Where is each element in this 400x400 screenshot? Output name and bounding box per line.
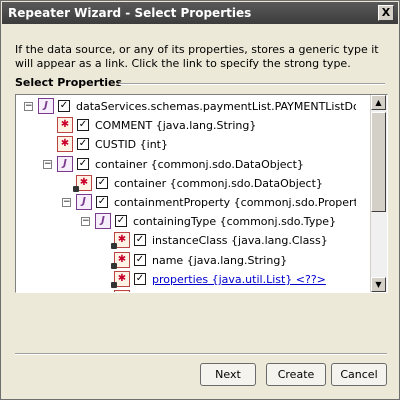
property-label: COMMENT {java.lang.String} (95, 119, 257, 133)
property-label: dataServices.schemas.paymentList.PAYMENT… (76, 100, 356, 113)
property-checkbox[interactable]: ✓ (58, 100, 70, 112)
section-title: Select Properties (15, 76, 123, 89)
property-checkbox[interactable]: ✓ (77, 138, 89, 151)
property-label: containmentProperty {commonj.sdo.Propert… (114, 196, 356, 209)
property-label: container {commonj.sdo.DataObject} (114, 176, 323, 190)
next-button[interactable]: Next (200, 363, 256, 386)
property-icon: ✱ (114, 290, 130, 292)
title-bar[interactable]: Repeater Wizard - Select Properties X (2, 2, 398, 24)
lock-icon (73, 185, 79, 192)
lock-icon (111, 243, 117, 250)
tree-rows: − J ✓ dataServices.schemas.paymentList.PAYM… (16, 95, 356, 292)
lock-icon (111, 281, 117, 288)
generic-type-link[interactable]: properties {java.util.List} <??> (152, 273, 326, 286)
generic-object-icon: J (76, 194, 92, 210)
generic-object-icon: J (95, 213, 111, 230)
property-checkbox[interactable]: ✓ (134, 253, 146, 266)
tree-row[interactable]: ✱ ✓ instanceClass {java.lang.Class} (16, 232, 356, 250)
tree-row[interactable]: ✱ ✓ name {java.lang.String} (16, 251, 356, 269)
property-label: instanceClass {java.lang.Class} (152, 234, 328, 248)
vertical-scrollbar[interactable]: ▲ ▼ (370, 95, 387, 292)
create-button[interactable]: Create (266, 363, 326, 386)
property-checkbox[interactable]: ✓ (77, 119, 89, 132)
property-label: name {java.lang.String} (152, 253, 288, 267)
scroll-up-icon[interactable]: ▲ (371, 95, 386, 110)
tree-row[interactable]: ✱ ✓ properties {java.util.List} <??> (16, 270, 356, 288)
collapse-icon[interactable]: − (24, 102, 33, 111)
section-divider (119, 83, 385, 85)
cancel-button[interactable]: Cancel (331, 363, 387, 386)
property-icon: ✱ (57, 136, 73, 153)
collapse-icon[interactable]: − (81, 217, 90, 227)
scroll-thumb[interactable] (371, 112, 386, 212)
tree-row[interactable]: ✱ ✓ COMMENT {java.lang.String} (16, 117, 356, 134)
properties-tree[interactable]: − J ✓ dataServices.schemas.paymentList.PAYM… (15, 94, 388, 293)
collapse-icon[interactable]: − (43, 159, 52, 169)
property-label: CUSTID {int} (95, 138, 168, 152)
property-checkbox[interactable]: ✓ (115, 215, 127, 228)
collapse-icon[interactable]: − (62, 198, 71, 207)
wizard-window: Repeater Wizard - Select Properties X If… (0, 0, 400, 400)
lock-icon (111, 262, 117, 269)
property-checkbox[interactable]: ✓ (96, 196, 108, 208)
tree-row[interactable]: − J ✓ containmentProperty {commonj.sdo.Prop… (16, 194, 356, 211)
property-checkbox[interactable]: ✓ (96, 176, 108, 189)
property-label: containingType {commonj.sdo.Type} (133, 215, 337, 229)
property-checkbox[interactable]: ✓ (134, 234, 146, 247)
property-icon: ✱ (57, 117, 73, 134)
generic-object-icon: J (38, 98, 54, 114)
tree-row[interactable]: − J ✓ dataServices.schemas.paymentList.PAYM… (16, 98, 356, 115)
footer-divider (15, 353, 387, 355)
scroll-down-icon[interactable]: ▼ (371, 277, 386, 292)
property-label: container {commonj.sdo.DataObject} (95, 157, 304, 171)
property-checkbox[interactable]: ✓ (77, 157, 89, 170)
close-icon[interactable]: X (378, 5, 394, 21)
tree-row[interactable]: − J ✓ containingType {commonj.sdo.Type} (16, 213, 356, 230)
property-checkbox[interactable]: ✓ (134, 272, 146, 285)
intro-text: If the data source, or any of its proper… (15, 43, 379, 70)
tree-row[interactable]: ✱ ✓ container {commonj.sdo.DataObject} (16, 174, 356, 192)
generic-object-icon: J (57, 155, 73, 172)
tree-row[interactable]: − J ✓ container {commonj.sdo.DataObject} (16, 155, 356, 173)
tree-row[interactable]: ✱✓URI {java.lang.String} (16, 290, 356, 292)
window-title: Repeater Wizard - Select Properties (8, 6, 252, 20)
tree-row[interactable]: ✱ ✓ CUSTID {int} (16, 136, 356, 153)
